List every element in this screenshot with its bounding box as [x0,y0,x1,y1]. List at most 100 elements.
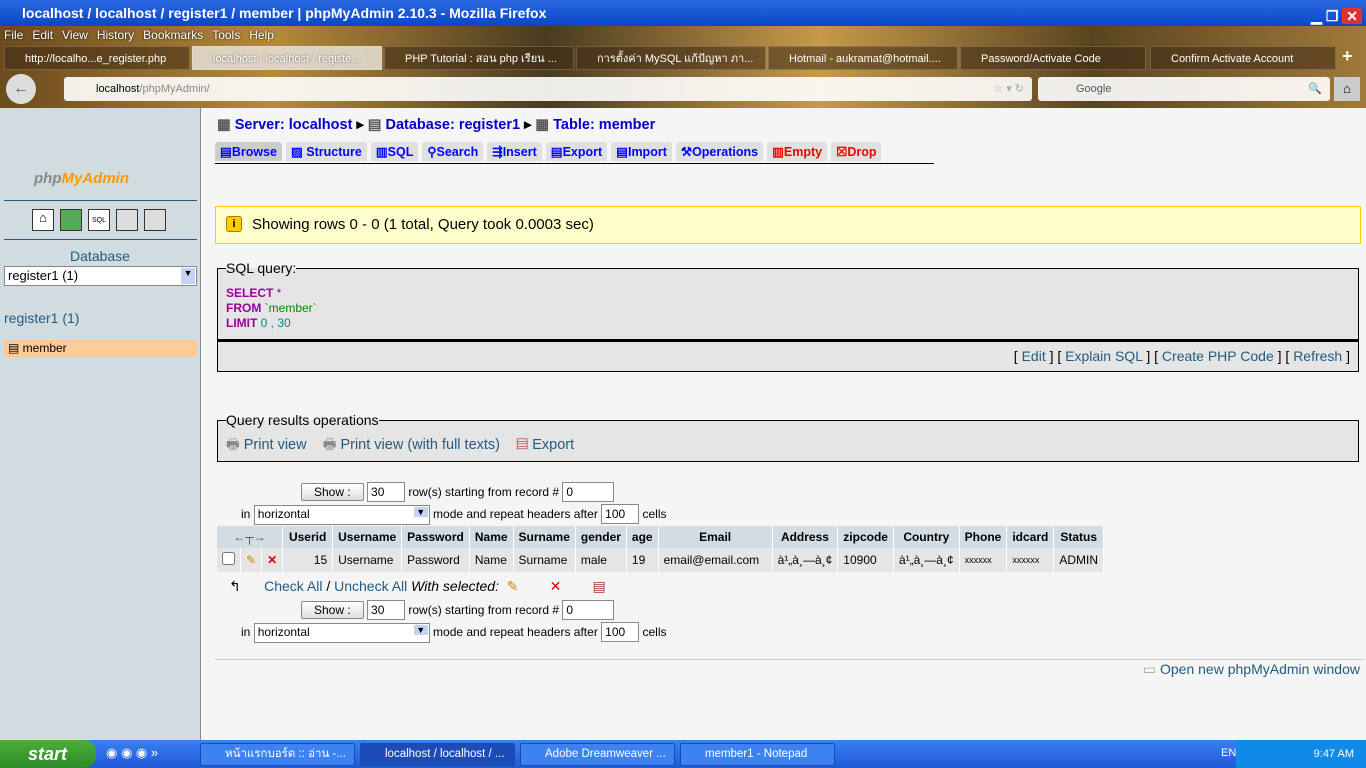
database-link[interactable]: register1 (1) [4,310,79,326]
column-header[interactable]: Phone [959,526,1008,548]
tab-browse[interactable]: ▤Browse [215,142,282,161]
tab-empty[interactable]: ▥Empty [767,142,828,161]
new-tab-button[interactable]: + [1342,46,1353,67]
tab-export[interactable]: ▤Export [545,142,608,161]
show-button[interactable]: Show : [301,601,364,619]
menu-edit[interactable]: Edit [32,28,53,42]
refresh-link[interactable]: Refresh [1293,348,1342,364]
start-record-input[interactable] [562,600,615,620]
browser-tab[interactable]: Confirm Activate Account [1150,46,1336,70]
column-header[interactable]: idcard [1006,526,1055,548]
export-link[interactable]: Export [532,437,574,453]
browser-tab[interactable]: PHP Tutorial : สอน php เรียน ... [384,46,574,70]
quick-launch-icons[interactable]: ◉ ◉ ◉ » [106,745,158,761]
repeat-headers-input[interactable] [601,622,640,642]
tab-sql[interactable]: ▥SQL [370,142,419,161]
print-view-link[interactable]: Print view [244,437,307,453]
breadcrumb-server[interactable]: Server: localhost [235,117,353,133]
show-button[interactable]: Show : [301,483,364,501]
column-header[interactable]: Address [772,526,839,548]
check-all-link[interactable]: Check All [264,578,322,594]
explain-sql-link[interactable]: Explain SQL [1065,348,1142,364]
sql-icon[interactable]: SQL [88,209,110,231]
system-tray: 9:47 AM [1236,740,1366,768]
rows-input[interactable] [367,482,406,502]
menu-bookmarks[interactable]: Bookmarks [143,28,203,42]
delete-x-icon[interactable]: ✕ [261,548,284,572]
tab-insert[interactable]: ⇶Insert [487,142,542,161]
export-icon[interactable]: ▤ [592,578,605,594]
breadcrumb-database[interactable]: Database: register1 [385,117,520,133]
mode-select[interactable]: horizontal ▼ [253,622,430,643]
browser-tab[interactable]: http://localho...e_register.php [4,46,190,70]
taskbar-item[interactable]: Adobe Dreamweaver ... [520,743,675,766]
in-label: in [241,507,251,521]
row-checkbox[interactable] [217,548,241,572]
query-results-operations: Query results operations 🖶 Print view 🖶 … [217,412,1359,462]
edit-pencil-icon[interactable]: ✎ [507,578,519,594]
browser-tab[interactable]: Hotmail - aukramat@hotmail.... [768,46,958,70]
rows-input[interactable] [367,600,406,620]
menu-file[interactable]: File [4,28,23,42]
clock[interactable]: 9:47 AM [1314,748,1354,760]
language-indicator[interactable]: EN [1221,747,1236,759]
start-record-input[interactable] [562,482,615,502]
uncheck-all-link[interactable]: Uncheck All [334,578,407,594]
column-header[interactable]: Surname [513,526,576,548]
bookmark-star-icon[interactable]: ☆ ▾ ↻ [993,77,1024,101]
column-header[interactable]: Username [332,526,403,548]
column-header[interactable]: Status [1053,526,1105,548]
taskbar-item[interactable]: member1 - Notepad [680,743,835,766]
browser-tab-active[interactable]: localhost / localhost / registe... [192,46,382,70]
home-icon[interactable]: ⌂ [32,209,54,231]
repeat-headers-input[interactable] [601,504,640,524]
column-resize-icon[interactable]: ←┬→ [217,526,284,548]
open-new-window-link[interactable]: Open new phpMyAdmin window [1160,661,1360,677]
print-view-full-link[interactable]: Print view (with full texts) [340,437,500,453]
home-icon[interactable]: ⌂ [1334,77,1360,101]
tab-import[interactable]: ▤Import [611,142,672,161]
column-header[interactable]: Country [893,526,960,548]
breadcrumb-table[interactable]: Table: member [553,117,655,133]
browser-tab[interactable]: การตั้งค่า MySQL แก้ปัญหา ภา... [576,46,766,70]
edit-link[interactable]: Edit [1022,348,1046,364]
tab-search[interactable]: ⚲Search [422,142,484,161]
column-header[interactable]: zipcode [837,526,894,548]
url-host: localhost [96,83,140,95]
column-header[interactable]: Userid [282,526,334,548]
menu-history[interactable]: History [97,28,134,42]
back-button[interactable]: ← [6,74,36,104]
column-header[interactable]: Name [469,526,514,548]
database-select[interactable]: register1 (1) ▼ [4,266,197,286]
create-php-code-link[interactable]: Create PHP Code [1162,348,1274,364]
sidebar-table-member[interactable]: ▤ member [4,340,197,357]
column-header[interactable]: gender [575,526,627,548]
taskbar-item[interactable]: หน้าแรกบอร์ด :: อ่าน -... [200,743,355,766]
search-icon[interactable]: 🔍 [1308,77,1322,101]
sql-legend: SQL query: [226,260,297,276]
tab-drop[interactable]: ☒Drop [831,142,882,161]
browser-tab[interactable]: Password/Activate Code [960,46,1146,70]
delete-x-icon[interactable]: ✕ [550,578,562,594]
tab-operations[interactable]: ⚒Operations [675,142,764,161]
column-header[interactable]: Password [401,526,470,548]
pma-logo[interactable]: phpMyAdmin [34,170,129,187]
mode-select[interactable]: horizontal ▼ [253,504,430,525]
cell: 15 [282,548,334,572]
menu-view[interactable]: View [62,28,88,42]
url-bar[interactable]: localhost/phpMyAdmin/ ☆ ▾ ↻ [64,77,1032,101]
search-box[interactable]: Google 🔍 [1038,77,1330,101]
column-header[interactable]: Email [658,526,773,548]
column-header[interactable]: age [626,526,659,548]
exit-icon[interactable] [60,209,82,231]
taskbar-item-active[interactable]: localhost / localhost / ... [360,743,515,766]
cell: ADMIN [1053,548,1105,572]
menu-tools[interactable]: Tools [212,28,240,42]
menu-help[interactable]: Help [249,28,274,42]
start-button[interactable]: start [0,740,96,768]
help-icon[interactable] [144,209,166,231]
tab-structure[interactable]: ▨ Structure [285,142,367,161]
sql-query-box: SQL query: SELECT * FROM `member` LIMIT … [217,260,1359,340]
edit-pencil-icon[interactable]: ✎ [240,548,263,572]
docs-icon[interactable] [116,209,138,231]
